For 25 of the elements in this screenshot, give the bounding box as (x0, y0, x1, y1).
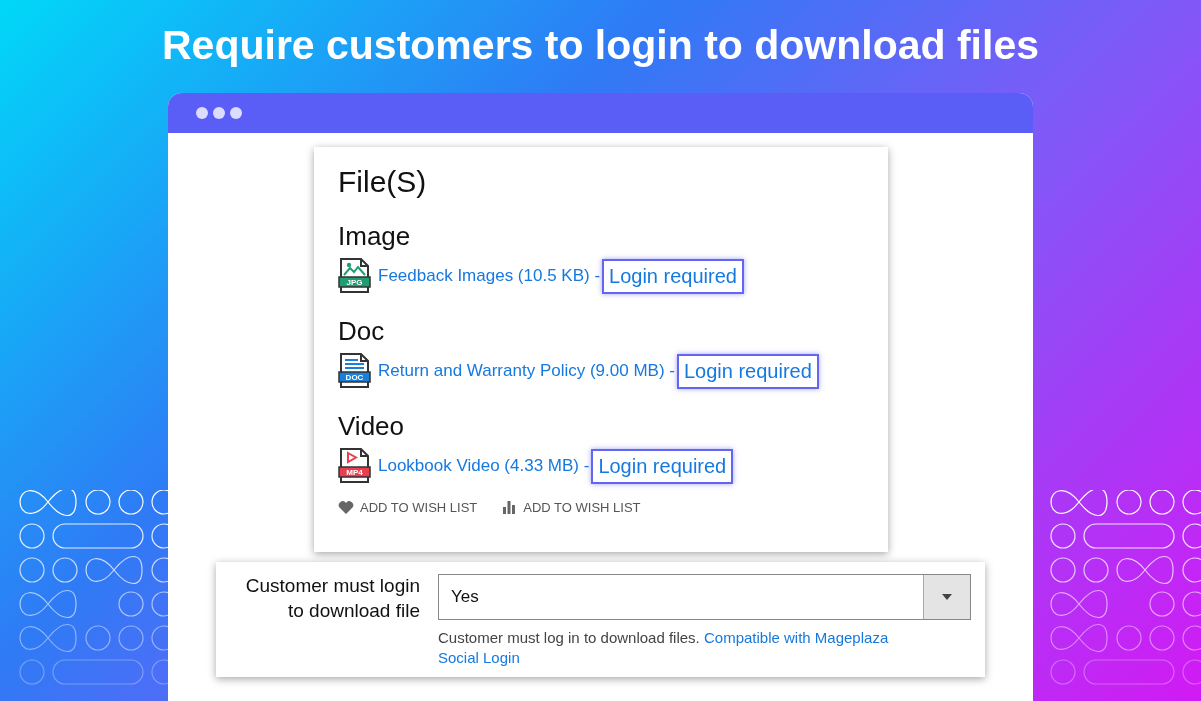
compatibility-link[interactable]: Social Login (438, 649, 520, 667)
field-label: Customer must login to download file (244, 574, 420, 623)
file-icon: MP4 (338, 448, 372, 484)
field-note: Customer must log in to download files. (438, 629, 700, 646)
bar-chart-icon (501, 500, 518, 515)
caret-icon (942, 594, 952, 600)
login-required-link[interactable]: Login required (676, 353, 819, 389)
add-to-wish-list-link[interactable]: ADD TO WISH LIST (501, 500, 641, 515)
window-dots-icon (196, 107, 242, 119)
file-icon: JPG (338, 258, 372, 294)
select-field[interactable]: Yes (438, 574, 971, 620)
login-required-link[interactable]: Login required (602, 258, 744, 294)
headline: Require customers to login to download files (162, 22, 1039, 69)
heart-icon (338, 500, 354, 515)
group-heading: Video (338, 411, 406, 442)
file-link[interactable]: Return and Warranty Policy (9.00 MB) - (378, 361, 675, 381)
login-required-link[interactable]: Login required (591, 448, 734, 484)
file-icon: DOC (338, 353, 372, 389)
add-to-wish-list-link[interactable]: ADD TO WISH LIST (338, 500, 478, 515)
group-heading: Image (338, 221, 412, 252)
group-heading: Doc (338, 316, 386, 347)
panel-title: File(S) (338, 165, 428, 199)
compatibility-link[interactable]: Compatible with Mageplaza (703, 629, 889, 646)
file-link[interactable]: Feedback Images (10.5 KB) - (378, 266, 601, 286)
file-link[interactable]: Lookbook Video (4.33 MB) - (378, 456, 590, 476)
